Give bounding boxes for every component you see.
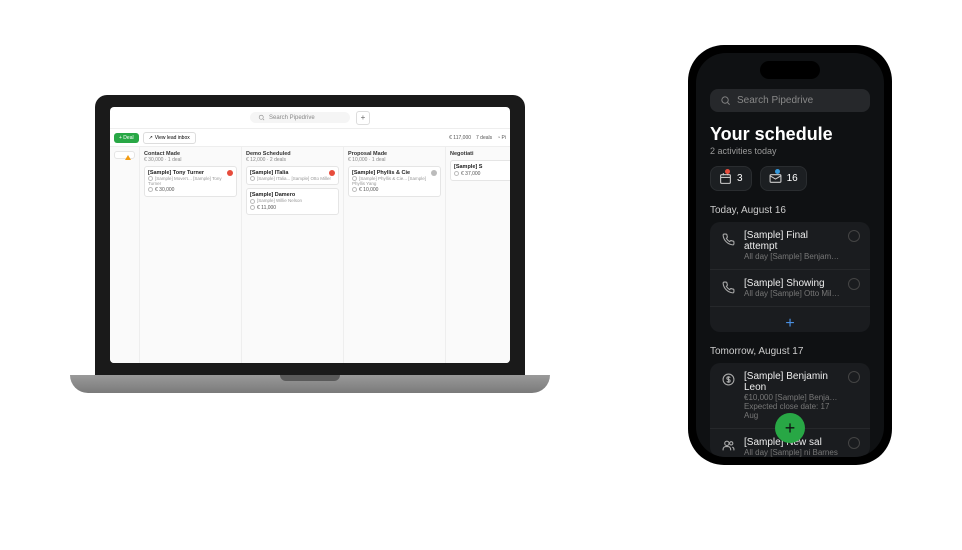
item-title: [Sample] Benjamin Leon — [744, 371, 840, 393]
view-label: View lead inbox — [155, 135, 190, 141]
toolbar: + Deal ↗ View lead inbox € 117,000 7 dea… — [110, 129, 510, 147]
complete-radio[interactable] — [848, 278, 860, 290]
stat-pill[interactable]: 3 — [710, 166, 752, 191]
deal-card[interactable] — [114, 151, 135, 159]
card-amount: € 37,000 — [454, 171, 510, 177]
column-header: Negotiati — [450, 151, 510, 157]
card-amount: € 30,000 — [148, 187, 233, 193]
search-icon — [258, 114, 265, 121]
phone-icon — [720, 279, 736, 295]
pipeline-column: Contact Made€ 30,000 · 1 deal[Sample] To… — [140, 147, 242, 363]
item-title: [Sample] Showing — [744, 278, 840, 289]
notification-dot-icon — [775, 169, 780, 174]
pipeline-column: Proposal Made€ 10,000 · 1 deal[Sample] P… — [344, 147, 446, 363]
stat-value: 3 — [737, 173, 743, 184]
schedule-item[interactable]: [Sample] Final attemptAll day [Sample] B… — [710, 222, 870, 270]
mail-icon — [769, 172, 782, 185]
schedule-item[interactable]: [Sample] ShowingAll day [Sample] Otto Mi… — [710, 270, 870, 307]
complete-radio[interactable] — [848, 371, 860, 383]
deal-card[interactable]: [Sample] ITalia[Sample] ITalia... [Sampl… — [246, 166, 339, 185]
pipeline-board: Contact Made€ 30,000 · 1 deal[Sample] To… — [110, 147, 510, 363]
deal-card[interactable]: [Sample] Damero[Sample] Willie Nelson€ 1… — [246, 188, 339, 214]
card-subtitle: [Sample] Phyllis & Cie... [Sample] Phyll… — [352, 176, 437, 186]
column-subheader: € 12,000 · 2 deals — [246, 157, 339, 163]
today-label: Today, August 16 — [710, 205, 870, 216]
overdue-indicator-icon — [227, 170, 233, 176]
search-placeholder: Search Pipedrive — [269, 115, 315, 121]
card-amount: € 10,000 — [352, 187, 437, 193]
phone-notch — [760, 61, 820, 79]
item-subtitle: €10,000 [Sample] Benjamin Leon — [744, 393, 840, 402]
deal-card[interactable]: [Sample] Phyllis & Cie[Sample] Phyllis &… — [348, 166, 441, 197]
top-bar: Search Pipedrive + — [110, 107, 510, 129]
notification-dot-icon — [725, 169, 730, 174]
deal-card[interactable]: [Sample] S€ 37,000 — [450, 160, 510, 181]
view-lead-inbox-button[interactable]: ↗ View lead inbox — [143, 132, 196, 144]
add-activity-button[interactable]: + — [710, 307, 870, 332]
phone-icon — [720, 231, 736, 247]
card-subtitle: [Sample] Willie Nelson — [250, 198, 335, 203]
deal-button[interactable]: + Deal — [114, 133, 139, 143]
pie-icon: ◔ Pi — [497, 135, 506, 141]
item-title: [Sample] Final attempt — [744, 230, 840, 252]
status-icon — [431, 170, 437, 176]
card-subtitle: [Sample] ITalia... [Sample] Otto Miller — [250, 176, 335, 181]
tomorrow-label: Tomorrow, August 17 — [710, 346, 870, 357]
calendar-icon — [719, 172, 732, 185]
dollar-icon — [720, 372, 736, 388]
stat-value: 16 — [787, 173, 798, 184]
stat-pill[interactable]: 16 — [760, 166, 807, 191]
pipeline-column: Demo Scheduled€ 12,000 · 2 deals[Sample]… — [242, 147, 344, 363]
pipeline-column: Negotiati [Sample] S€ 37,000 — [446, 147, 510, 363]
phone-device: Search Pipedrive Your schedule 2 activit… — [688, 45, 892, 465]
summary-deals: 7 deals — [476, 135, 492, 141]
column-subheader: € 30,000 · 1 deal — [144, 157, 237, 163]
card-title: [Sample] S — [454, 164, 510, 170]
phone-search-input[interactable]: Search Pipedrive — [710, 89, 870, 112]
pipeline-column — [110, 147, 140, 363]
deal-card[interactable]: [Sample] Tony Turner[Sample] Moveπ... [S… — [144, 166, 237, 197]
warning-icon — [125, 155, 131, 160]
people-icon — [720, 438, 736, 454]
phone-search-placeholder: Search Pipedrive — [737, 95, 813, 106]
add-button[interactable]: + — [356, 111, 370, 125]
summary-amount: € 117,000 — [449, 135, 471, 141]
page-subtitle: 2 activities today — [710, 146, 870, 156]
search-icon — [720, 95, 731, 106]
fab-add-button[interactable]: + — [775, 413, 805, 443]
column-subheader: € 10,000 · 1 deal — [348, 157, 441, 163]
arrow-icon: ↗ — [149, 135, 153, 141]
laptop-screen: Search Pipedrive + + Deal ↗ View lead in… — [95, 95, 525, 375]
search-input[interactable]: Search Pipedrive — [250, 112, 350, 123]
stats-row: 3 16 — [710, 166, 870, 191]
page-title: Your schedule — [710, 124, 870, 145]
item-subtitle: All day [Sample] ni Barnes — [744, 448, 840, 457]
laptop-base — [70, 375, 550, 393]
complete-radio[interactable] — [848, 437, 860, 449]
card-subtitle: [Sample] Moveπ... [Sample] Tony Turner — [148, 176, 233, 186]
card-amount: € 11,000 — [250, 205, 335, 211]
laptop-device: Search Pipedrive + + Deal ↗ View lead in… — [70, 95, 550, 393]
overdue-indicator-icon — [329, 170, 335, 176]
item-subtitle: All day [Sample] Benjamin Leon — [744, 252, 840, 261]
today-list: [Sample] Final attemptAll day [Sample] B… — [710, 222, 870, 332]
item-subtitle: All day [Sample] Otto Miller [Sampl... — [744, 289, 840, 298]
complete-radio[interactable] — [848, 230, 860, 242]
